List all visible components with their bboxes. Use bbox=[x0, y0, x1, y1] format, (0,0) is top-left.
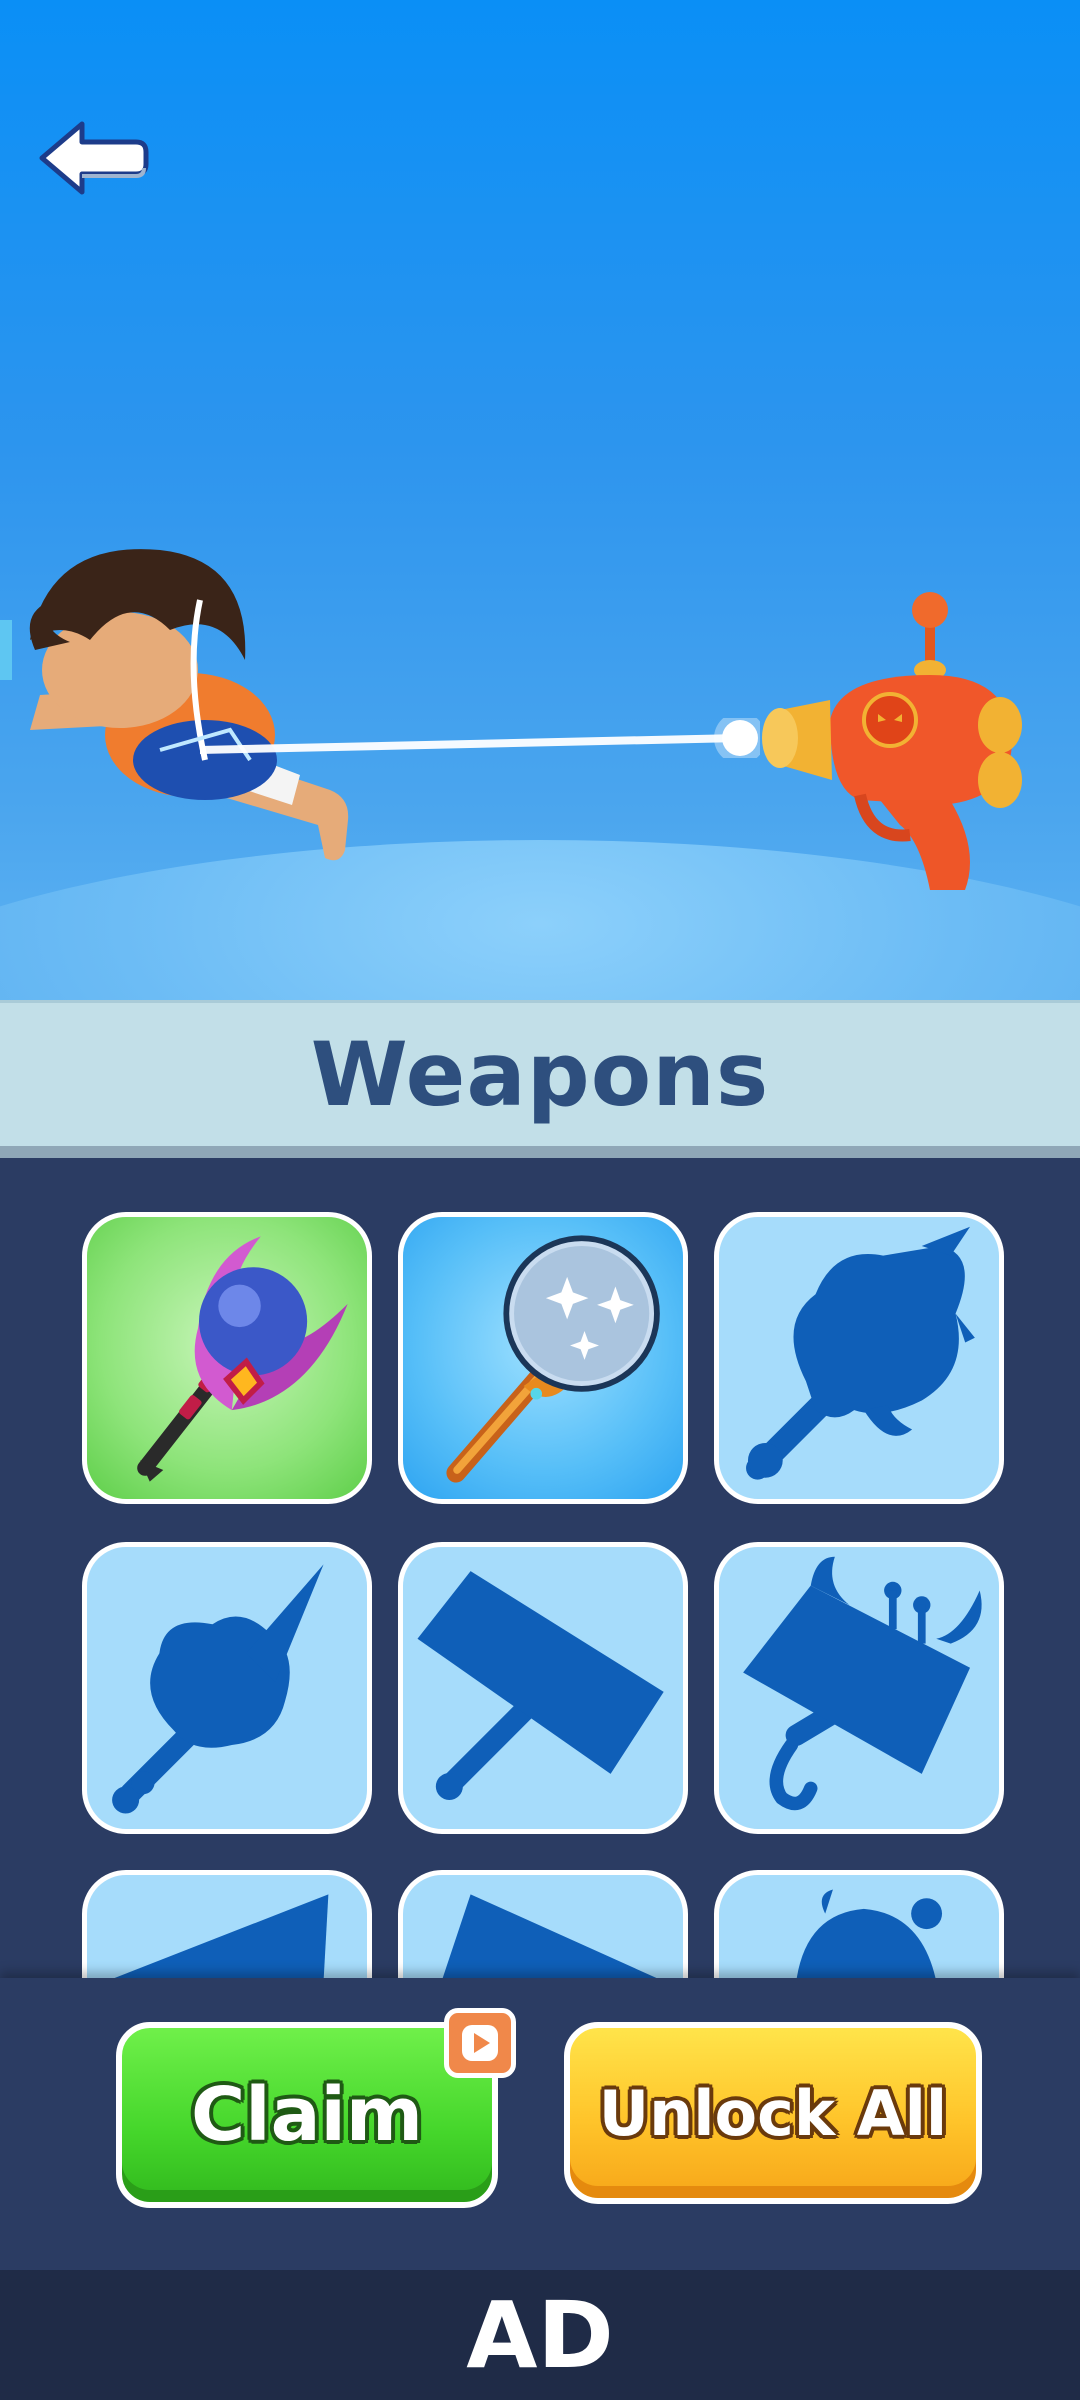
purple-orb-staff-icon bbox=[137, 1236, 348, 1482]
weapon-tile-locked[interactable] bbox=[82, 1542, 372, 1834]
ad-banner[interactable]: AD bbox=[0, 2270, 1080, 2400]
weapon-tile-locked[interactable] bbox=[82, 1870, 372, 1978]
locked-unicorn-club-icon bbox=[112, 1564, 324, 1814]
page-title: Weapons bbox=[310, 1023, 770, 1126]
back-button[interactable] bbox=[36, 118, 150, 198]
locked-robot-hammer-icon bbox=[743, 1556, 982, 1811]
weapon-tile-locked[interactable] bbox=[714, 1542, 1004, 1834]
weapon-tile[interactable] bbox=[398, 1212, 688, 1504]
arrow-left-icon bbox=[39, 121, 149, 195]
play-icon bbox=[462, 2025, 498, 2061]
character-icon bbox=[0, 549, 349, 861]
weapon-tile-locked[interactable] bbox=[714, 1870, 1004, 1978]
weapon-tile-locked[interactable] bbox=[398, 1542, 688, 1834]
ray-gun-icon bbox=[762, 592, 1022, 890]
ad-video-badge bbox=[444, 2008, 516, 2078]
weapon-tile[interactable] bbox=[82, 1212, 372, 1504]
ad-label: AD bbox=[466, 2281, 614, 2389]
locked-weapon-icon bbox=[114, 1894, 329, 1978]
bubble-wand-icon bbox=[446, 1235, 660, 1483]
unlock-all-button-label: Unlock All bbox=[598, 2076, 948, 2150]
locked-pirate-club-icon bbox=[746, 1226, 975, 1480]
bottom-panel: Claim Unlock All bbox=[0, 1978, 1080, 2270]
weapons-grid[interactable] bbox=[0, 1158, 1080, 1978]
locked-weapon-icon bbox=[442, 1894, 657, 1978]
weapon-tile-locked[interactable] bbox=[398, 1870, 688, 1978]
laser-beam bbox=[200, 718, 760, 758]
locked-hammer-icon bbox=[417, 1571, 664, 1800]
title-bar: Weapons bbox=[0, 1000, 1080, 1158]
claim-button[interactable]: Claim bbox=[116, 2022, 498, 2208]
unlock-all-button[interactable]: Unlock All bbox=[564, 2022, 982, 2204]
locked-weapon-icon bbox=[796, 1889, 943, 1978]
weapon-tile-locked[interactable] bbox=[714, 1212, 1004, 1504]
claim-button-label: Claim bbox=[190, 2072, 424, 2158]
game-scene bbox=[0, 0, 1080, 1000]
